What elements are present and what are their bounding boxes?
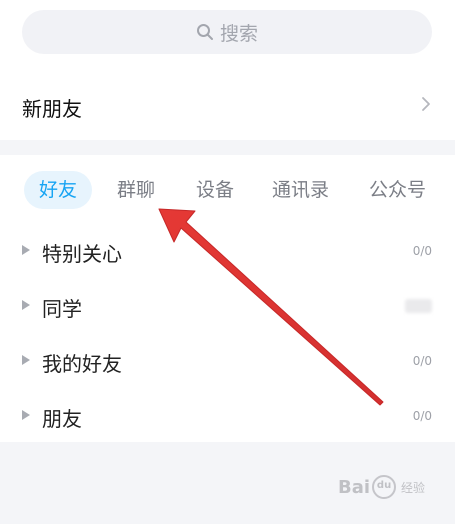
group-name: 特别关心	[42, 242, 122, 266]
new-friends-row[interactable]: 新朋友	[0, 78, 455, 136]
tab-devices[interactable]: 设备	[196, 171, 234, 209]
baidu-watermark: Bai du 经验	[338, 475, 425, 499]
group-count: 0/0	[412, 244, 432, 258]
tab-friends[interactable]: 好友	[24, 171, 93, 209]
expand-triangle-icon	[22, 245, 30, 255]
contact-tabs: 好友 群聊 设备 通讯录 公众号	[0, 155, 455, 225]
group-row-my-friends[interactable]: 我的好友 0/0	[0, 335, 455, 389]
group-count: 0/0	[412, 409, 432, 423]
search-bar[interactable]: 搜索	[22, 10, 432, 54]
paw-logo-icon: du	[372, 475, 397, 499]
search-placeholder: 搜索	[219, 22, 258, 45]
watermark-text-right: 经验	[401, 480, 426, 495]
tab-groups[interactable]: 群聊	[117, 171, 155, 209]
group-row-friends[interactable]: 朋友 0/0	[0, 390, 455, 444]
contacts-panel: 好友 群聊 设备 通讯录 公众号 特别关心 0/0 同学 0/00 我的好友 0…	[0, 155, 455, 442]
top-section: 搜索 新朋友	[0, 0, 455, 140]
group-row-special-care[interactable]: 特别关心 0/0	[0, 225, 455, 279]
group-name: 我的好友	[42, 352, 122, 376]
chevron-right-icon	[422, 97, 430, 111]
watermark-text-left: Bai	[338, 476, 371, 498]
new-friends-label: 新朋友	[22, 96, 82, 121]
expand-triangle-icon	[22, 410, 30, 420]
group-row-classmates[interactable]: 同学 0/00	[0, 280, 455, 334]
tab-official-accounts[interactable]: 公众号	[369, 171, 426, 209]
group-count-blurred: 0/00	[405, 299, 432, 313]
expand-triangle-icon	[22, 300, 30, 310]
tab-address-book[interactable]: 通讯录	[272, 171, 329, 209]
search-icon	[196, 24, 213, 40]
group-name: 同学	[42, 297, 82, 321]
expand-triangle-icon	[22, 355, 30, 365]
group-count: 0/0	[412, 354, 432, 368]
group-name: 朋友	[42, 407, 82, 431]
